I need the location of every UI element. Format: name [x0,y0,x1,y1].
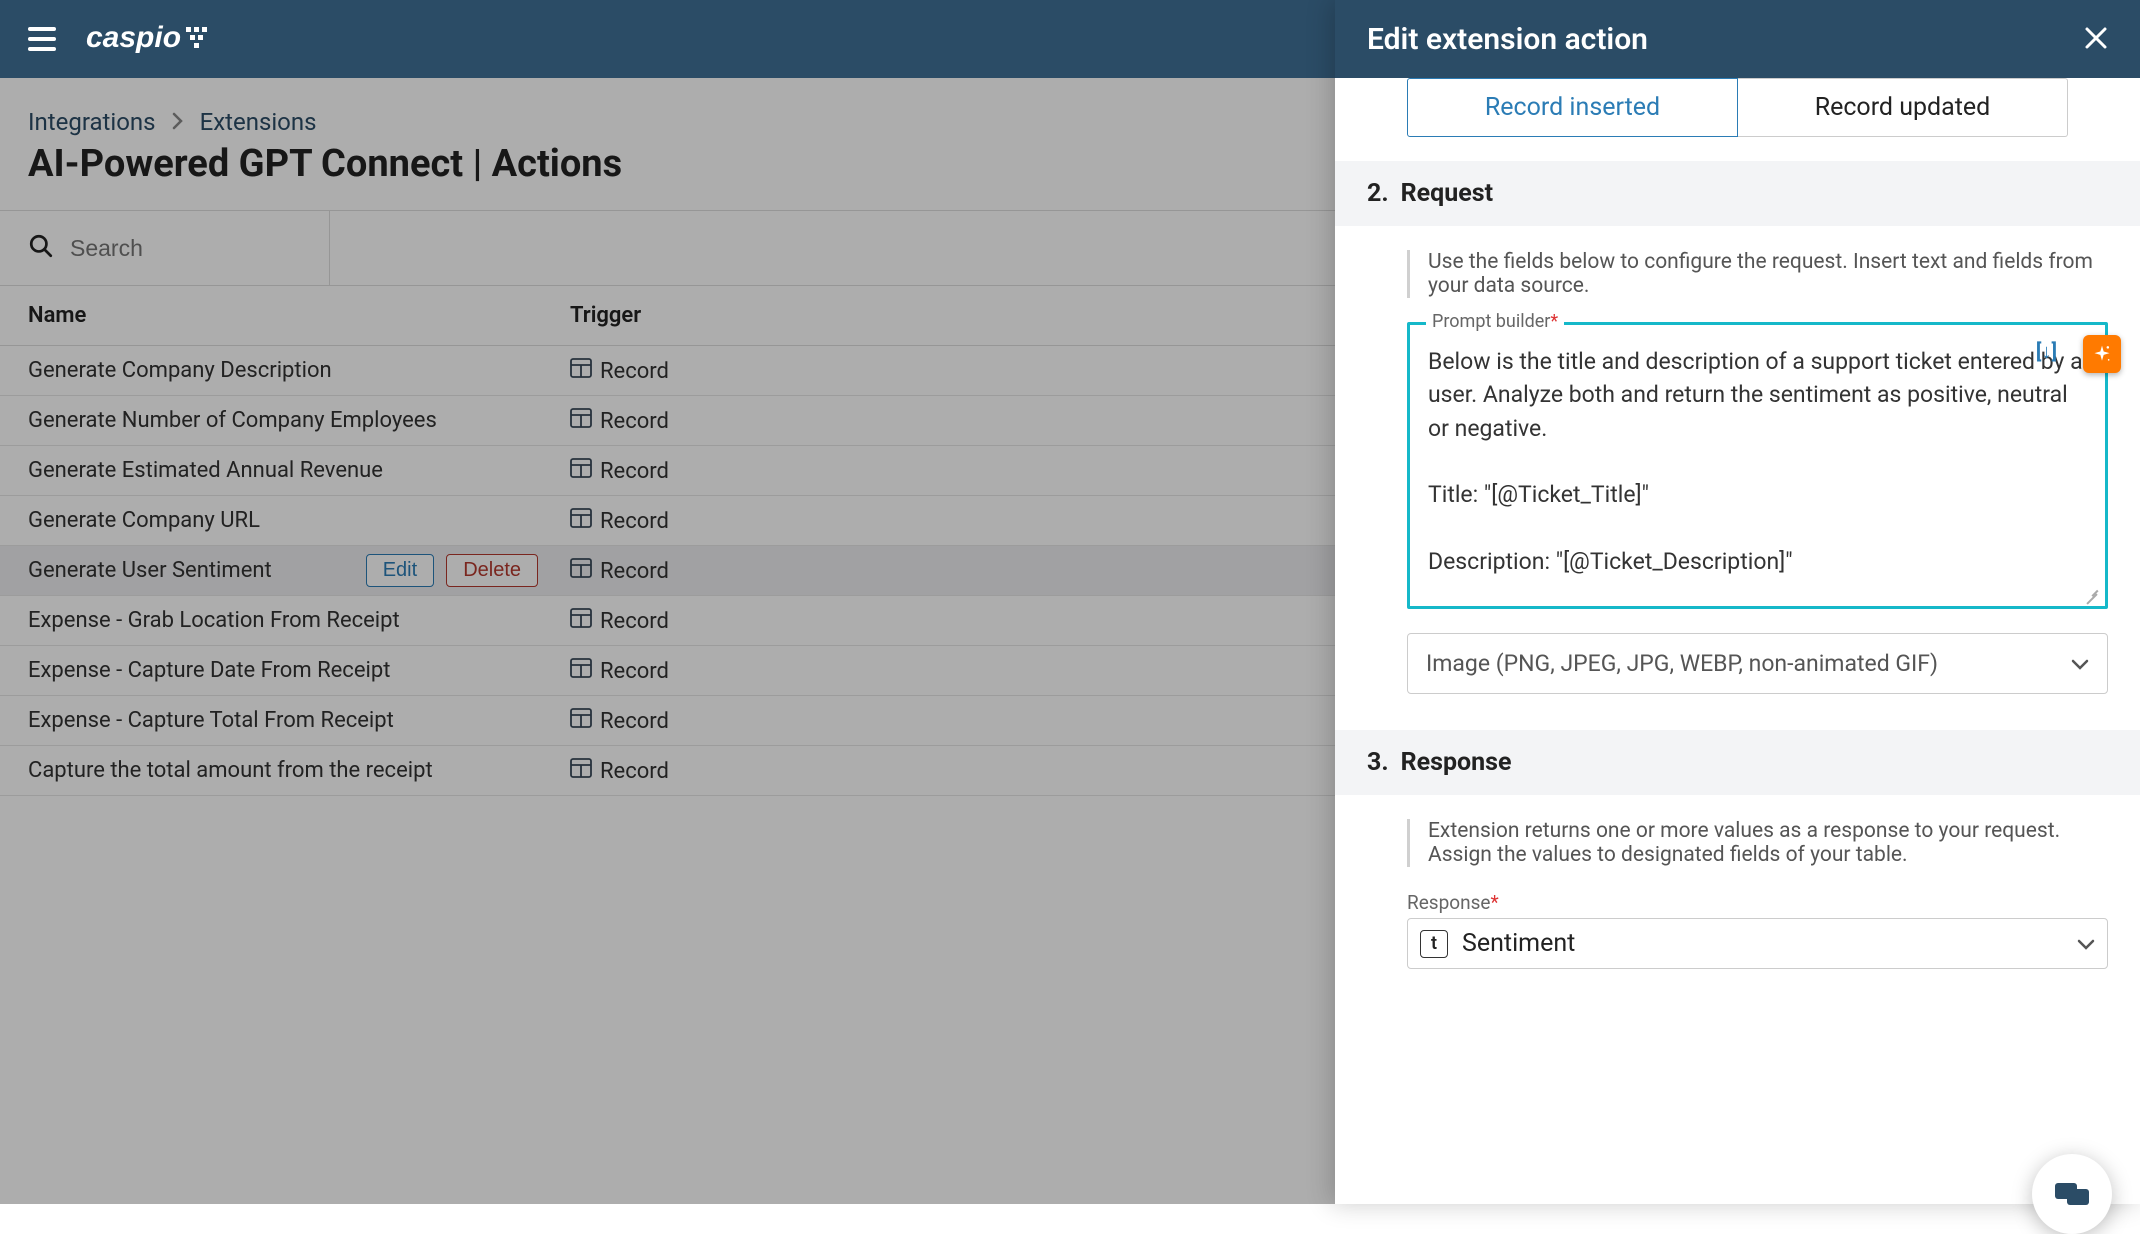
chevron-down-icon [2077,929,2095,958]
trigger-tabs: Record inserted Record updated [1335,78,2140,161]
section-request-header: 2. Request [1335,161,2140,226]
panel-header: Edit extension action [1335,0,2140,78]
chevron-down-icon [2071,650,2089,677]
response-field-select[interactable]: t Sentiment [1407,918,2108,969]
prompt-builder-field[interactable]: Prompt builder* [↓] Below is the title a… [1407,322,2108,609]
insert-field-icon[interactable]: [↓] [2036,339,2057,364]
section-number: 2. [1367,179,1389,208]
section-title: Request [1401,179,1493,208]
image-select-value: Image (PNG, JPEG, JPG, WEBP, non-animate… [1426,650,1938,677]
section-number: 3. [1367,748,1389,777]
type-text-icon: t [1420,930,1448,958]
response-field-label: Response* [1407,891,2108,914]
resize-handle[interactable] [2083,588,2097,602]
prompt-textarea[interactable]: Below is the title and description of a … [1428,345,2087,578]
brand-logo[interactable]: caspio [86,19,216,59]
tab-record-updated[interactable]: Record updated [1738,78,2068,137]
menu-icon[interactable] [28,22,62,56]
request-helper: Use the fields below to configure the re… [1407,250,2108,298]
panel-title: Edit extension action [1367,22,1648,57]
edit-action-panel: Edit extension action Record inserted Re… [1335,0,2140,1204]
section-title: Response [1401,748,1512,777]
section-response-header: 3. Response [1335,730,2140,795]
ai-sparkle-button[interactable] [2083,335,2121,373]
svg-text:caspio: caspio [86,21,181,54]
image-type-select[interactable]: Image (PNG, JPEG, JPG, WEBP, non-animate… [1407,633,2108,694]
close-icon[interactable] [2084,19,2108,59]
response-field-value: Sentiment [1462,929,1575,958]
tab-record-inserted[interactable]: Record inserted [1407,78,1738,137]
prompt-label: Prompt builder* [1426,311,1564,332]
chat-fab[interactable] [2032,1154,2112,1234]
response-helper: Extension returns one or more values as … [1407,819,2108,867]
